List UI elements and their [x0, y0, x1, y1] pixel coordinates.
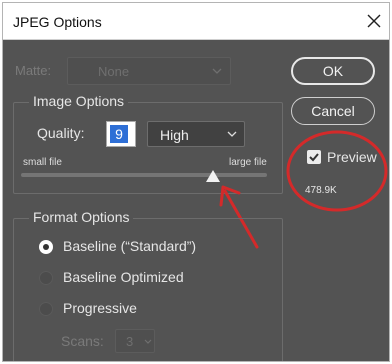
matte-value: None: [98, 64, 130, 79]
quality-slider-track[interactable]: [21, 173, 267, 177]
quality-label: Quality:: [37, 125, 85, 141]
quality-input[interactable]: 9: [106, 121, 136, 147]
chevron-down-icon: [144, 339, 152, 344]
scans-select[interactable]: 3: [115, 329, 155, 353]
format-options-title: Format Options: [29, 209, 134, 225]
close-icon[interactable]: [365, 12, 383, 30]
scans-value: 3: [126, 334, 134, 349]
cancel-button[interactable]: Cancel: [291, 97, 375, 125]
quality-value: 9: [110, 125, 128, 143]
image-options-title: Image Options: [29, 93, 129, 109]
annotation-circle-icon: [286, 130, 388, 212]
radio-baseline-standard[interactable]: [39, 240, 53, 254]
option-baseline-optimized-label: Baseline Optimized: [63, 269, 184, 285]
quality-preset-value: High: [160, 127, 189, 143]
ok-button[interactable]: OK: [291, 57, 375, 85]
option-progressive-label: Progressive: [63, 300, 137, 316]
option-baseline-standard-label: Baseline (“Standard”): [63, 238, 197, 254]
title-bar: JPEG Options: [3, 3, 389, 40]
quality-preset-select[interactable]: High: [147, 121, 245, 147]
radio-baseline-optimized[interactable]: [39, 271, 53, 285]
radio-progressive[interactable]: [39, 302, 53, 316]
small-file-label: small file: [23, 157, 62, 168]
jpeg-options-dialog: JPEG Options Matte: None Image Options Q…: [2, 2, 390, 362]
large-file-label: large file: [229, 157, 267, 168]
window-title: JPEG Options: [13, 14, 102, 30]
chevron-down-icon: [212, 68, 222, 74]
chevron-down-icon: [227, 131, 237, 137]
scans-label: Scans:: [61, 333, 104, 349]
matte-label: Matte:: [15, 63, 52, 78]
matte-select[interactable]: None: [67, 57, 231, 85]
